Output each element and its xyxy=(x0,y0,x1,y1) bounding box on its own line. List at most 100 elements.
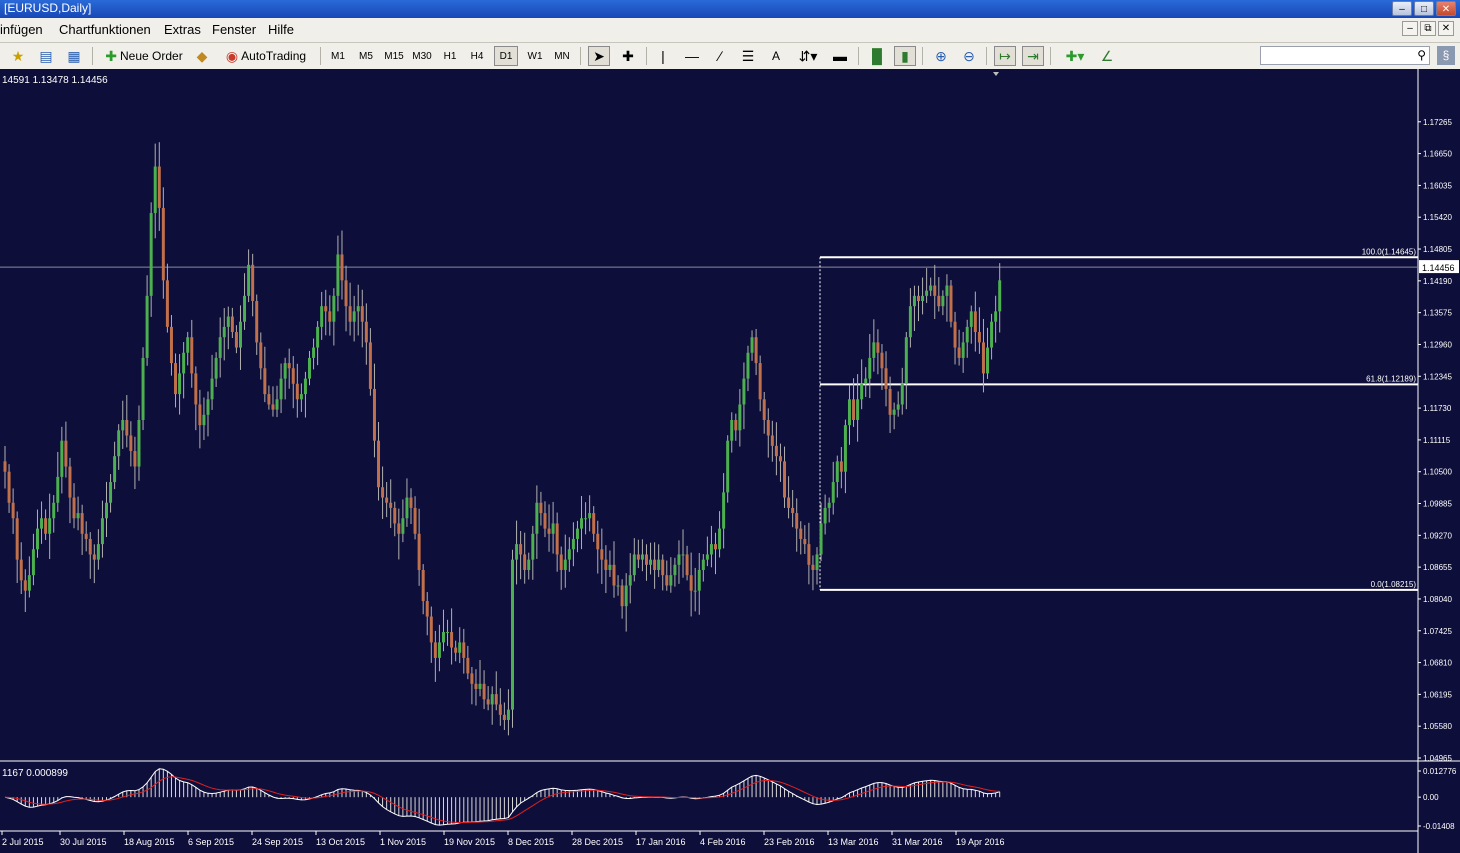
candle-body xyxy=(178,373,182,395)
menu-insert[interactable]: infügen xyxy=(0,22,43,37)
autoscroll-icon[interactable]: ↦ xyxy=(994,46,1016,66)
rectangle-icon[interactable]: ▬ xyxy=(830,46,850,66)
timeframe-m5[interactable]: M5 xyxy=(355,46,377,66)
candle-body xyxy=(259,342,263,369)
menu-charts[interactable]: Chartfunktionen xyxy=(59,22,151,37)
candle-body xyxy=(182,352,186,374)
periods-icon[interactable]: ∠ xyxy=(1096,46,1118,66)
candle-body xyxy=(827,502,831,508)
timeframe-d1[interactable]: D1 xyxy=(494,46,518,66)
help-icon[interactable]: § xyxy=(1437,46,1455,65)
candle-body xyxy=(368,342,372,389)
text-tool-icon[interactable]: A xyxy=(766,46,786,66)
candle-body xyxy=(912,295,916,307)
close-button[interactable]: ✕ xyxy=(1436,1,1456,16)
meta-editor-icon[interactable]: ◆ xyxy=(192,46,212,66)
candlestick-icon[interactable]: ▮ xyxy=(894,46,916,66)
candle-body xyxy=(470,673,474,684)
candle-body xyxy=(799,528,803,539)
menu-tools[interactable]: Extras xyxy=(164,22,201,37)
mdi-close-button[interactable]: ✕ xyxy=(1438,21,1454,36)
candle-body xyxy=(981,342,985,374)
candle-body xyxy=(795,513,799,529)
candle-body xyxy=(986,347,990,374)
timeframe-mn[interactable]: MN xyxy=(550,46,574,66)
minimize-button[interactable]: – xyxy=(1392,1,1412,16)
candle-body xyxy=(494,694,498,705)
new-profile-icon[interactable]: ★ xyxy=(8,46,28,66)
x-tick-label: 31 Mar 2016 xyxy=(892,837,943,847)
vertical-line-icon[interactable]: | xyxy=(653,46,673,66)
candle-body xyxy=(750,337,754,353)
candle-body xyxy=(174,363,178,395)
cursor-icon[interactable]: ➤ xyxy=(588,46,610,66)
search-input[interactable] xyxy=(1261,47,1412,63)
trendline-icon[interactable]: ∕ xyxy=(710,46,730,66)
candle-body xyxy=(515,544,519,560)
autotrading-button[interactable]: ◉ AutoTrading xyxy=(220,46,312,66)
candle-body xyxy=(774,445,778,457)
candle-body xyxy=(80,513,84,534)
candle-body xyxy=(860,383,864,400)
crosshair-icon[interactable]: ✚ xyxy=(617,46,639,66)
navigator-icon[interactable]: ▦ xyxy=(64,46,84,66)
price-chart[interactable]: 1.14456 100.0(1.14645) 61.8(1.12189) 0.0(1.… xyxy=(0,69,1460,853)
channel-icon[interactable]: ☰ xyxy=(738,46,758,66)
candle-body xyxy=(324,306,328,312)
candle-body xyxy=(904,337,908,384)
timeframe-h1[interactable]: H1 xyxy=(440,46,460,66)
timeframe-w1[interactable]: W1 xyxy=(524,46,546,66)
candle-body xyxy=(498,704,502,715)
y-tick-label: 1.11115 xyxy=(1423,436,1451,445)
candle-body xyxy=(681,554,685,556)
timeframe-m30[interactable]: M30 xyxy=(410,46,434,66)
candle-body xyxy=(965,326,969,343)
timeframe-m15[interactable]: M15 xyxy=(382,46,406,66)
candle-body xyxy=(600,549,604,560)
mdi-minimize-button[interactable]: – xyxy=(1402,21,1418,36)
candle-body xyxy=(864,378,868,384)
horizontal-line-icon[interactable]: — xyxy=(682,46,702,66)
timeframe-h4[interactable]: H4 xyxy=(467,46,487,66)
candle-body xyxy=(401,518,405,534)
candle-body xyxy=(218,337,222,358)
candle-body xyxy=(437,642,441,658)
candle-body xyxy=(531,533,535,560)
arrows-icon[interactable]: ⇵▾ xyxy=(794,46,822,66)
candle-body xyxy=(823,507,827,524)
candle-body xyxy=(11,502,15,519)
search-icon[interactable]: ⚲ xyxy=(1417,48,1426,62)
candle-body xyxy=(299,394,303,400)
candle-body xyxy=(421,569,425,602)
fib-level-label: 0.0(1.08215) xyxy=(1371,580,1417,589)
candle-body xyxy=(405,497,409,519)
x-tick-label: 1 Nov 2015 xyxy=(380,837,426,847)
new-order-button[interactable]: ✚ Neue Order xyxy=(100,46,188,66)
candle-body xyxy=(433,642,437,658)
candle-body xyxy=(596,533,600,550)
candle-body xyxy=(941,295,945,307)
market-watch-icon[interactable]: ▤ xyxy=(36,46,56,66)
candle-body xyxy=(409,497,413,508)
candle-body xyxy=(348,306,352,322)
candle-body xyxy=(44,518,48,534)
candle-body xyxy=(990,321,994,348)
mdi-restore-button[interactable]: ⧉ xyxy=(1420,21,1436,36)
zoom-in-icon[interactable]: ⊕ xyxy=(930,46,952,66)
candle-body xyxy=(303,378,307,395)
timeframe-m1[interactable]: M1 xyxy=(328,46,348,66)
indicators-icon[interactable]: ✚▾ xyxy=(1060,46,1090,66)
chart-shift-icon[interactable]: ⇥ xyxy=(1022,46,1044,66)
maximize-button[interactable]: □ xyxy=(1414,1,1434,16)
candle-body xyxy=(482,683,486,700)
menu-help[interactable]: Hilfe xyxy=(268,22,294,37)
candle-body xyxy=(746,352,750,379)
menu-window[interactable]: Fenster xyxy=(212,22,256,37)
candle-body xyxy=(52,502,56,519)
candle-body xyxy=(669,575,673,586)
candle-body xyxy=(88,538,92,555)
zoom-out-icon[interactable]: ⊖ xyxy=(958,46,980,66)
bar-chart-icon[interactable]: █ xyxy=(866,46,888,66)
menu-bar: infügen Chartfunktionen Extras Fenster H… xyxy=(0,18,1460,43)
x-tick-label: 18 Aug 2015 xyxy=(124,837,175,847)
